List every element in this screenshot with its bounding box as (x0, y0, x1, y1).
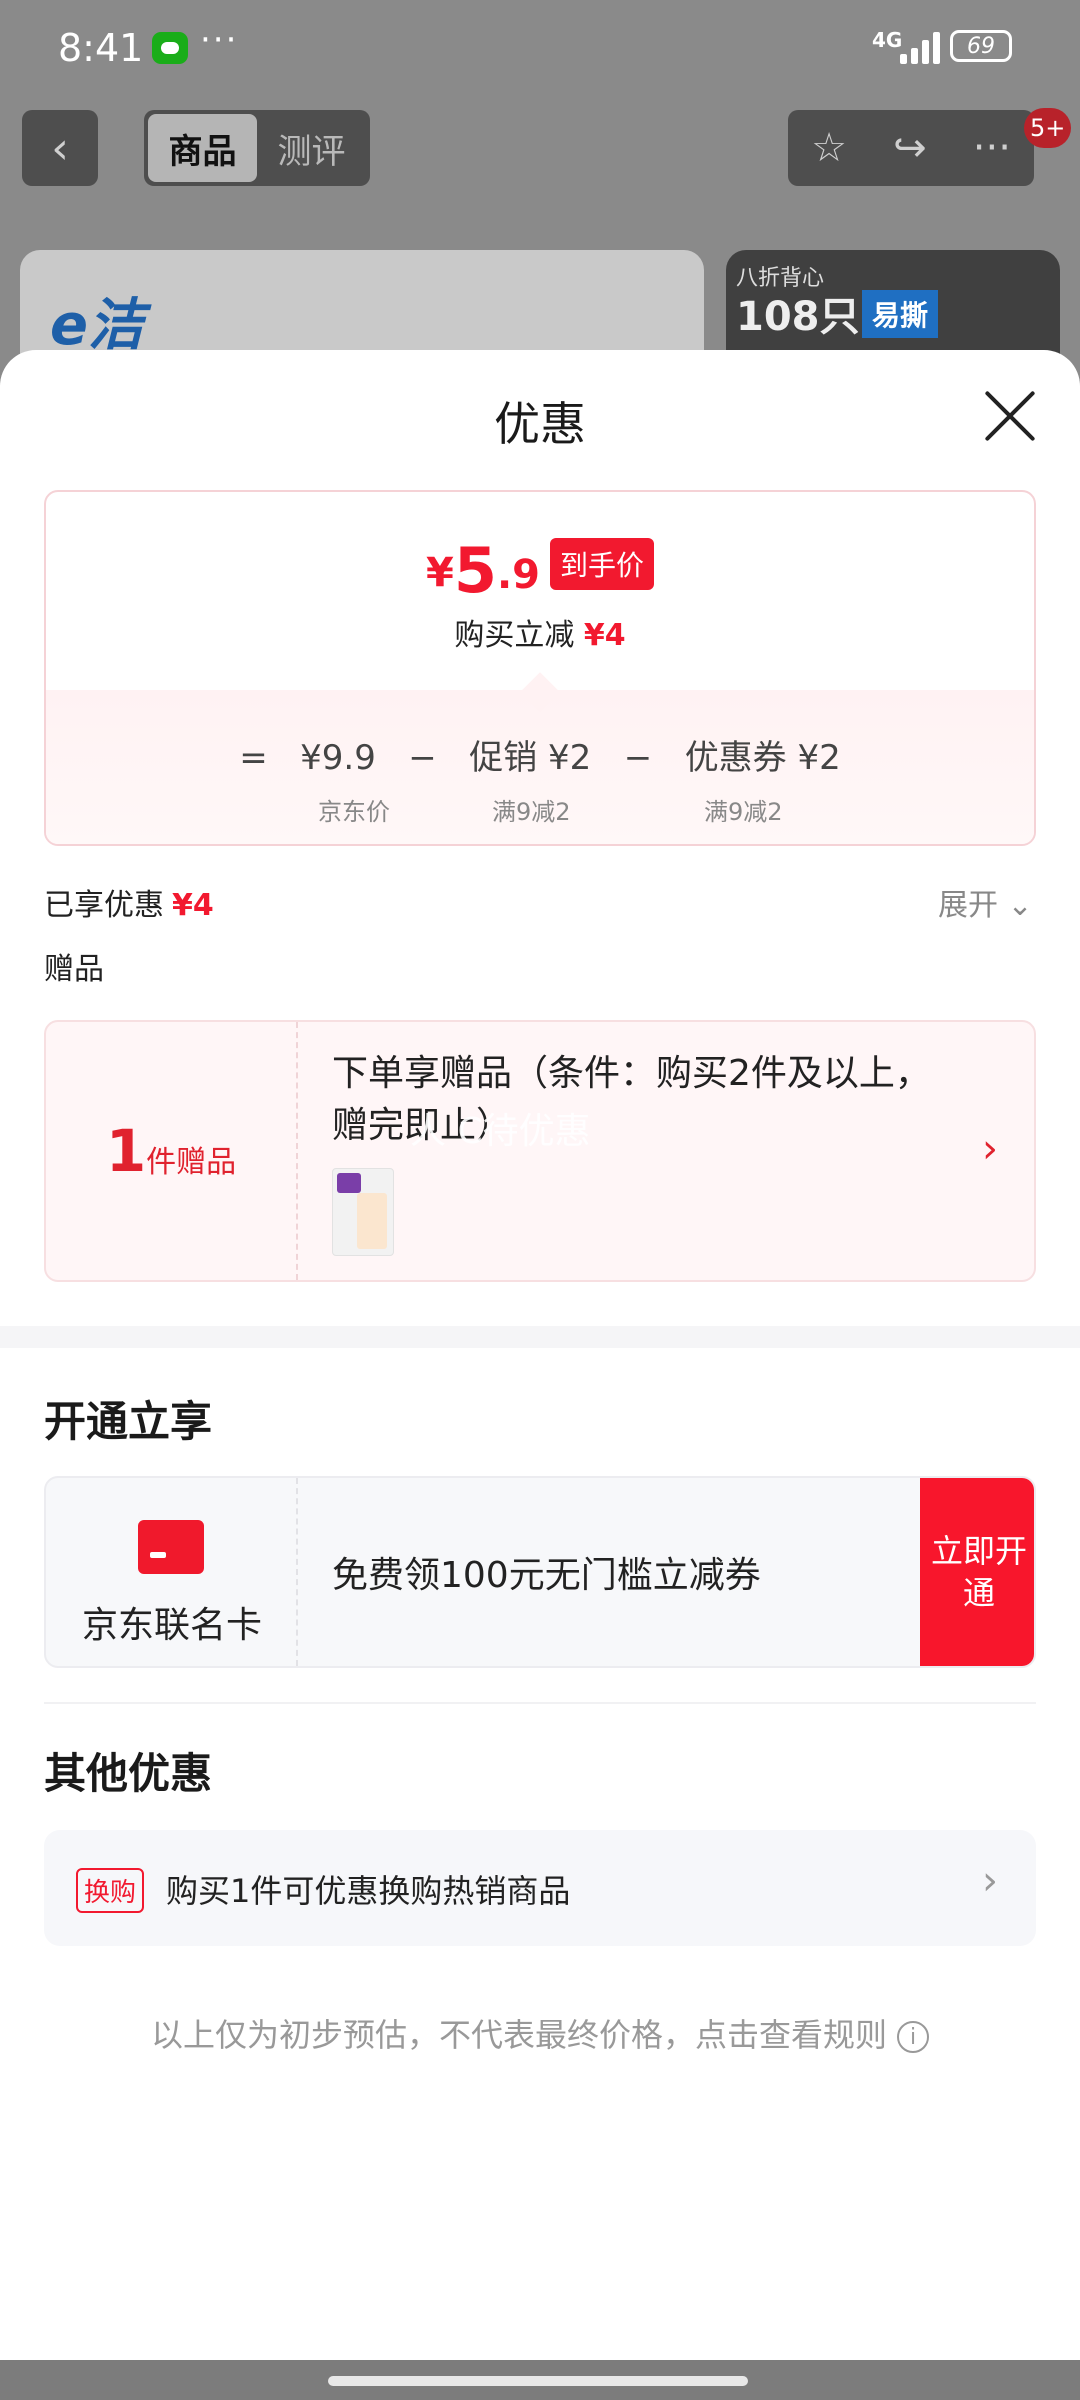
expand-button[interactable]: 展开 ⌄ (938, 880, 1033, 924)
discount-sheet: 优惠 ¥ 5 .9 到手价 购买立减 ¥4 = ¥9.9 − 促销 ¥2 − 优… (0, 350, 1080, 2360)
exchange-offer-text: 购买1件可优惠换购热销商品 (166, 1872, 571, 1910)
other-section-heading: 其他优惠 (44, 1749, 213, 1798)
final-price: ¥ 5 .9 到手价 (46, 538, 1034, 602)
instant-discount-value: ¥4 (583, 618, 626, 653)
coupon-discount: 优惠券 ¥2 (684, 738, 841, 778)
gift-number: 1 (105, 1117, 147, 1185)
more-notifications-icon: ··· (200, 20, 239, 60)
enjoyed-value: ¥4 (172, 888, 214, 923)
credit-card-icon (138, 1520, 204, 1574)
gift-heading: 赠品 (44, 952, 104, 987)
tab-product[interactable]: 商品 (148, 114, 257, 182)
exchange-offer-row[interactable]: 换购 购买1件可优惠换购热销商品 › (44, 1830, 1036, 1946)
watermark-text: 人 C待优惠 (410, 1111, 591, 1152)
cobrand-card-offer[interactable]: 京东联名卡 免费领100元无门槛立减券 立即开通 (44, 1476, 1036, 1668)
formula-minus: − (623, 738, 653, 778)
network-type: 4G (872, 28, 903, 52)
sheet-title: 优惠 (494, 397, 586, 451)
price-breakdown-card: ¥ 5 .9 到手价 购买立减 ¥4 = ¥9.9 − 促销 ¥2 − 优惠券 … (44, 490, 1036, 846)
final-price-tag: 到手价 (550, 538, 655, 590)
price-formula-area: = ¥9.9 − 促销 ¥2 − 优惠券 ¥2 京东价 满9减2 满9减2 (46, 690, 1034, 844)
tab-review[interactable]: 测评 (257, 114, 366, 182)
message-count-badge: 5+ (1024, 108, 1072, 148)
price-currency: ¥ (425, 550, 454, 596)
top-tabs: 商品 测评 (144, 110, 370, 186)
gift-product-thumbnail (332, 1168, 394, 1256)
section-divider (0, 1326, 1080, 1348)
jd-price-label: 京东价 (318, 798, 390, 826)
price-integer: 5 (453, 534, 497, 607)
exchange-tag: 换购 (76, 1868, 145, 1913)
brand-logo: e洁 (50, 293, 144, 358)
enjoyed-label: 已享优惠 (44, 888, 164, 923)
back-button[interactable]: ‹ (22, 110, 98, 186)
chevron-right-icon: › (982, 1858, 998, 1904)
promo-discount: 促销 ¥2 (469, 738, 592, 778)
status-bar: 8:41 ··· 4G 69 (0, 0, 1080, 96)
price-decimal: .9 (496, 552, 540, 598)
close-icon[interactable] (980, 386, 1040, 446)
banner-big-text: 108只 (736, 294, 860, 340)
enjoyed-discount: 已享优惠 ¥4 (44, 880, 214, 924)
back-icon: ‹ (51, 122, 69, 174)
star-icon[interactable]: ☆ (811, 125, 847, 171)
disclaimer-text: 以上仅为初步预估，不代表最终价格，点击查看规则 (150, 2016, 887, 2054)
battery-icon: 69 (950, 30, 1012, 62)
status-time: 8:41 (58, 26, 144, 70)
divider (44, 1702, 1036, 1704)
open-section-heading: 开通立享 (44, 1397, 213, 1446)
system-nav-bar (0, 2360, 1080, 2400)
message-notification-icon (152, 32, 188, 64)
instant-discount-label: 购买立减 (454, 618, 575, 653)
banner-tag: 易撕 (862, 290, 939, 338)
signal-icon (900, 30, 940, 64)
top-actions: ☆ ↪ ··· (788, 110, 1034, 186)
chevron-right-icon: › (982, 1126, 998, 1172)
promo-label: 满9减2 (492, 798, 571, 826)
card-offer-text: 免费领100元无门槛立减券 (332, 1555, 761, 1596)
disclaimer-link[interactable]: 以上仅为初步预估，不代表最终价格，点击查看规则 i (0, 2010, 1080, 2056)
info-icon: i (897, 2021, 929, 2053)
home-indicator[interactable] (328, 2376, 748, 2386)
formula-equals: = (239, 738, 268, 778)
card-left: 京东联名卡 (46, 1478, 298, 1666)
more-icon[interactable]: ··· (973, 125, 1011, 171)
price-formula: = ¥9.9 − 促销 ¥2 − 优惠券 ¥2 (46, 730, 1034, 779)
instant-discount: 购买立减 ¥4 (46, 610, 1034, 654)
share-icon[interactable]: ↪ (893, 125, 927, 171)
coupon-label: 满9减2 (704, 798, 783, 826)
background-product-page: 8:41 ··· 4G 69 ‹ 商品 测评 ☆ ↪ ··· 5+ e洁 八折背… (0, 0, 1080, 410)
open-card-button[interactable]: 立即开通 (920, 1478, 1034, 1666)
gift-count: 1 件赠品 (46, 1022, 298, 1280)
card-name: 京东联名卡 (81, 1605, 262, 1646)
formula-minus: − (408, 738, 437, 778)
gift-unit: 件赠品 (146, 1145, 237, 1180)
jd-price: ¥9.9 (300, 738, 376, 778)
